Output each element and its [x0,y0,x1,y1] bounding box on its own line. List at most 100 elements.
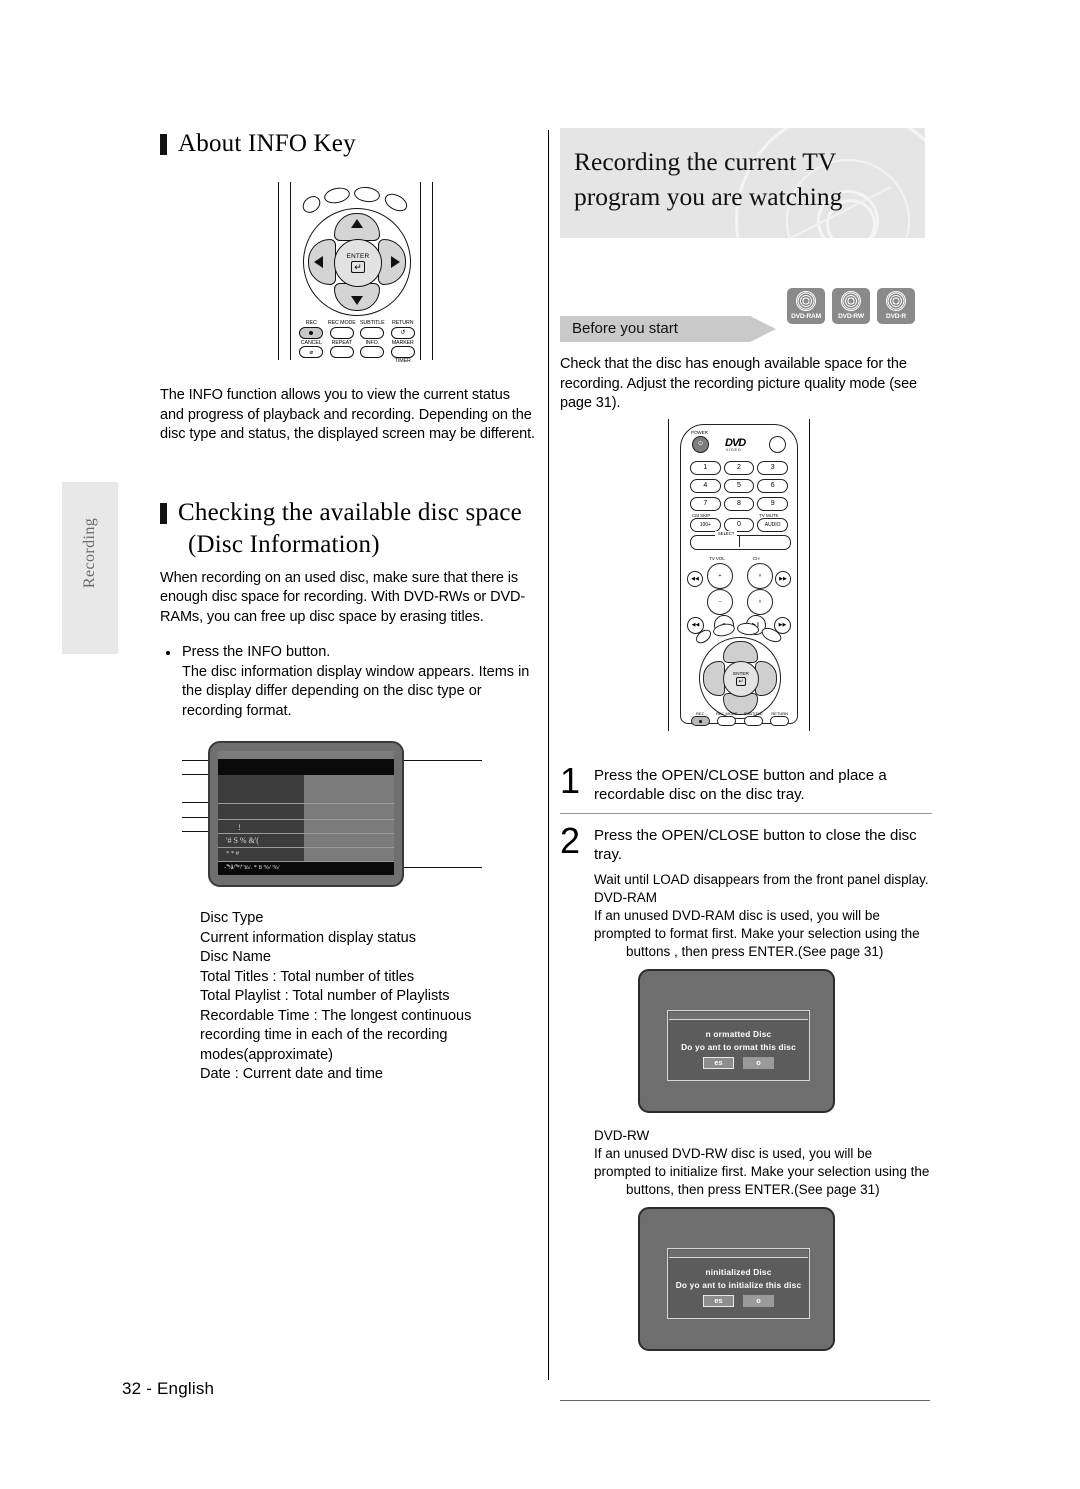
disc-icon [841,291,861,311]
dvd-rw-text-2: buttons, then press ENTER.(See page 31) [626,1181,880,1197]
remote-key[interactable] [770,716,790,726]
arrow-up-icon [351,219,363,228]
label-date: Date : Current date and time [200,1066,383,1082]
remote-key[interactable] [717,716,737,726]
arrow-right-icon [391,256,400,268]
num-key-7[interactable]: 7 [690,496,721,511]
num-key-8[interactable]: 8 [723,496,755,511]
remote-button-caption: CANCEL [300,339,322,346]
format-dialog-no-button[interactable]: o [743,1056,774,1069]
open-close-button[interactable] [769,435,786,453]
remote-button-subtitle[interactable]: SUBTITLE [740,711,767,726]
remote-button-rec[interactable]: REC [296,320,327,339]
remote-button-caption: RETURN [392,320,414,326]
badge-label: DVD-R [886,312,906,320]
display-left-block [218,819,304,833]
remote-button-rec-mode[interactable]: REC MODE [714,710,741,726]
num-key-9[interactable]: 9 [757,496,788,511]
num-key-2[interactable]: 2 [723,460,755,475]
skip-back-button[interactable]: ◀◀ [687,570,703,587]
num-key-3[interactable]: 3 [757,460,788,475]
remote-button-return[interactable]: RETURN ↺ [388,320,419,339]
remote-key[interactable]: ⌀ [299,346,324,358]
dpad-control[interactable]: ENTER ↵ [303,208,411,316]
enter-button-label: ENTER [346,253,370,260]
ch-caption: CH [753,555,760,561]
remote-key[interactable] [299,326,324,339]
format-dialog-buttons: es o [668,1056,809,1069]
dpad-left-button[interactable] [703,660,725,696]
tv-volume-up-button[interactable]: + [707,562,733,589]
initialize-dialog-no-button[interactable]: o [743,1294,774,1307]
remote-button-caption: REC MODE [715,710,738,716]
remote-key[interactable] [329,346,354,358]
select-rocker-divider [739,535,740,547]
section-title-text: Recording the current TV program you are… [574,147,843,211]
cancel-slash-icon: ⌀ [309,349,314,356]
remote-button-timer-caption: TIMER [394,358,411,364]
info-key-body-text: The INFO function allows you to view the… [160,387,535,442]
enter-button[interactable]: ENTER ↵ [723,660,759,697]
heading-disc-space-line1: Checking the available disc space [178,498,522,526]
illustration-frame-line [668,418,669,731]
dvd-ram-text-2: buttons , then press ENTER.(See page 31) [626,943,884,959]
remote-key[interactable] [360,326,385,339]
num-key-4[interactable]: 4 [690,478,721,493]
num-key-6[interactable]: 6 [757,478,788,493]
step-2: 2 Press the OPEN/CLOSE button to close t… [560,814,932,873]
channel-up-button[interactable]: ˅ [747,562,773,589]
display-garbled-row: * * # [226,850,239,857]
display-row-rule [218,847,394,848]
step-1: 1 Press the OPEN/CLOSE button and place … [560,754,932,813]
remote-key[interactable]: ↺ [390,326,415,339]
enter-button[interactable]: ENTER ↵ [334,239,382,287]
record-dot-icon [698,719,702,723]
heading-checking-disc-space: Checking the available disc space (Disc … [160,497,535,561]
remote-button-rec-mode[interactable]: REC MODE [327,320,358,339]
remote-key[interactable] [329,326,354,339]
label-current-info-status: Current information display status [200,929,416,946]
initialize-dialog-yes-button[interactable]: es [703,1294,734,1307]
format-dialog-yes-button[interactable]: es [703,1056,734,1069]
num-key-1[interactable]: 1 [690,460,721,475]
tv-screen-bezel: ! '# S % &'( * * # * ) * + , - %/ */ %/.… [208,741,404,887]
remote-button-return[interactable]: RETURN [767,710,794,726]
remote-key[interactable] [390,346,415,358]
remote-illustration-full: POWER ⏻ DVD VIDEO 1 2 3 4 5 6 7 8 9 CM S… [668,418,810,731]
remote-button-subtitle[interactable]: SUBTITLE [357,320,388,339]
return-arrow-icon: ↺ [400,330,406,336]
remote-key[interactable] [743,716,763,726]
num-key-0[interactable]: 0 [723,517,755,532]
keypad-row-4: 100+ 0 AUDIO [690,517,788,532]
remote-button-info[interactable]: INFO. [357,340,388,365]
skip-forward-button[interactable]: ▶▶ [775,570,791,587]
remote-button-repeat[interactable]: REPEAT [327,340,358,365]
remote-illustration-info-key: ENTER ↵ REC REC MODE SUBTITLE RETURN ↺ C… [270,182,440,364]
channel-down-button[interactable]: ˄ [747,588,773,615]
power-button[interactable]: ⏻ [692,435,709,453]
step-1-text: Press the OPEN/CLOSE button and place a … [594,766,887,804]
disc-icon [796,291,816,311]
press-info-bullet-text: Press the INFO button. [182,644,331,660]
remote-key[interactable] [360,346,385,358]
initialize-dialog-panel: ninitialized Disc Do yo ant to initializ… [667,1247,810,1319]
audio-button[interactable]: AUDIO [757,517,788,532]
dpad-control-full[interactable]: ENTER ↵ [699,636,781,719]
dpad-up-button[interactable] [723,640,758,663]
tv-volume-down-button[interactable]: – [707,588,733,615]
remote-button-cancel[interactable]: CANCEL ⌀ [296,340,327,365]
display-left-block [218,803,304,819]
arrow-down-icon [351,296,363,305]
disc-information-labels: Disc Type Current information display st… [160,909,535,1085]
dvd-ram-heading: DVD-RAM [594,889,657,905]
remote-button-rec[interactable]: REC [687,711,714,726]
remote-button-caption: RETURN [771,710,789,716]
remote-key[interactable] [690,716,710,726]
num-key-100plus[interactable]: 100+ [690,517,721,532]
remote-button-marker[interactable]: MARKER TIMER [388,340,419,364]
before-you-start-body: Check that the disc has enough available… [560,356,917,411]
illustration-frame-line [420,182,421,360]
select-rocker-button[interactable] [690,534,791,550]
num-key-5[interactable]: 5 [723,478,755,493]
initialize-dialog-line1: ninitialized Disc [705,1266,772,1277]
